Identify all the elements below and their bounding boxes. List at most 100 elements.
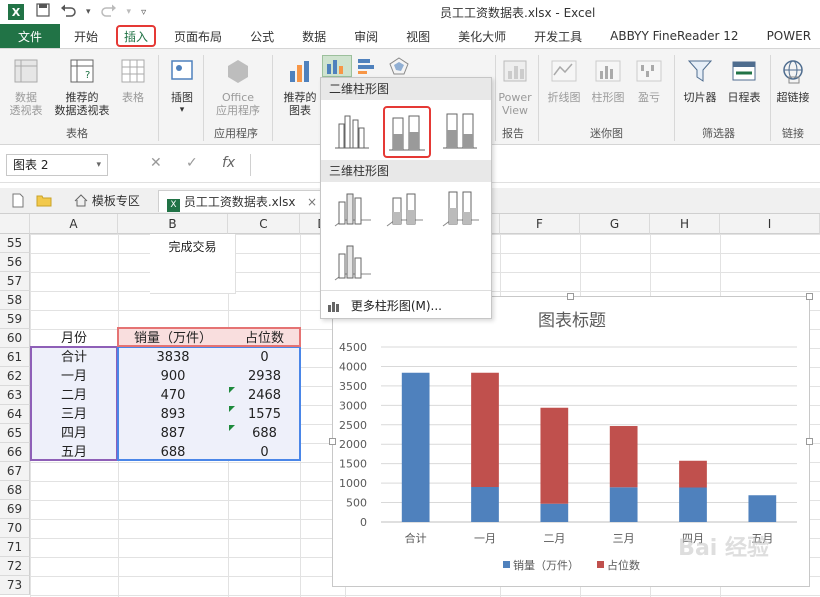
column-header-A[interactable]: A xyxy=(30,214,118,234)
row-header-58[interactable]: 58 xyxy=(0,291,30,310)
name-box[interactable]: 图表 2 ▾ xyxy=(6,154,108,176)
sparkline-winloss-button[interactable]: 盈亏 xyxy=(632,57,666,104)
enter-icon[interactable]: ✓ xyxy=(186,155,198,171)
table-cell[interactable]: 3838 xyxy=(118,348,228,367)
row-header-68[interactable]: 68 xyxy=(0,481,30,500)
customize-qat-icon[interactable]: ▿ xyxy=(141,7,146,18)
table-cell[interactable]: 四月 xyxy=(30,424,118,443)
column-header-H[interactable]: H xyxy=(650,214,720,234)
ribbon-tab-2[interactable]: 插入 xyxy=(116,25,157,47)
row-header-65[interactable]: 65 xyxy=(0,424,30,443)
column-chart-button[interactable] xyxy=(322,55,352,77)
pivottable-button[interactable]: 数据 透视表 xyxy=(8,57,44,117)
row-header-70[interactable]: 70 xyxy=(0,519,30,538)
table-button[interactable]: 表格 xyxy=(118,57,148,104)
undo-dropdown-icon[interactable]: ▾ xyxy=(86,7,91,17)
table-header-cell[interactable]: 月份 xyxy=(30,329,118,348)
ribbon-tab-1[interactable]: 开始 xyxy=(60,24,112,48)
row-header-63[interactable]: 63 xyxy=(0,386,30,405)
recommended-charts-button[interactable]: 推荐的 图表 xyxy=(278,57,322,117)
row-header-67[interactable]: 67 xyxy=(0,462,30,481)
table-cell[interactable]: 2468 xyxy=(228,386,301,405)
row-header-64[interactable]: 64 xyxy=(0,405,30,424)
table-cell[interactable]: 一月 xyxy=(30,367,118,386)
row-header-56[interactable]: 56 xyxy=(0,253,30,272)
sparkline-line-button[interactable]: 折线图 xyxy=(544,57,584,104)
table-cell[interactable]: 合计 xyxy=(30,348,118,367)
formula-input[interactable] xyxy=(250,154,320,176)
row-header-61[interactable]: 61 xyxy=(0,348,30,367)
row-header-72[interactable]: 72 xyxy=(0,557,30,576)
timeline-button[interactable]: 日程表 xyxy=(722,57,766,104)
illustrations-button[interactable]: 插图 ▾ xyxy=(164,57,200,117)
name-box-dropdown-icon[interactable]: ▾ xyxy=(96,155,101,175)
ribbon-tab-10[interactable]: ABBYY FineReader 12 xyxy=(596,24,752,48)
column-header-I[interactable]: I xyxy=(720,214,820,234)
ribbon-tab-3[interactable]: 页面布局 xyxy=(160,24,236,48)
new-document-icon[interactable] xyxy=(12,193,24,211)
close-tab-icon[interactable]: × xyxy=(307,191,317,213)
row-header-73[interactable]: 73 xyxy=(0,576,30,595)
percent-stacked-column-option[interactable] xyxy=(439,108,481,154)
table-cell[interactable]: 0 xyxy=(228,348,301,367)
3d-stacked-column-option[interactable] xyxy=(383,186,425,232)
text-box[interactable]: 完成交易 xyxy=(150,234,236,294)
column-header-C[interactable]: C xyxy=(228,214,300,234)
table-cell[interactable]: 0 xyxy=(228,443,301,462)
save-icon[interactable] xyxy=(36,3,50,21)
table-cell[interactable]: 1575 xyxy=(228,405,301,424)
ribbon-tab-8[interactable]: 美化大师 xyxy=(444,24,520,48)
chart-resize-handle[interactable] xyxy=(806,438,813,445)
table-cell[interactable]: 887 xyxy=(118,424,228,443)
chart[interactable]: 图表标题 0 500 1000 1500 2000 2500 3000 3500 4000 4500… xyxy=(332,296,810,587)
slicer-button[interactable]: 切片器 xyxy=(678,57,722,104)
error-indicator-icon[interactable] xyxy=(229,425,235,431)
file-tab[interactable]: X 员工工资数据表.xlsx × xyxy=(158,190,324,212)
row-header-57[interactable]: 57 xyxy=(0,272,30,291)
error-indicator-icon[interactable] xyxy=(229,406,235,412)
table-cell[interactable]: 688 xyxy=(118,443,228,462)
table-cell[interactable]: 2938 xyxy=(228,367,301,386)
ribbon-tab-4[interactable]: 公式 xyxy=(236,24,288,48)
undo-icon[interactable] xyxy=(60,3,76,21)
3d-column-option[interactable] xyxy=(331,240,373,286)
table-cell[interactable]: 470 xyxy=(118,386,228,405)
row-header-55[interactable]: 55 xyxy=(0,234,30,253)
row-header-71[interactable]: 71 xyxy=(0,538,30,557)
power-view-button[interactable]: Power View xyxy=(497,57,533,117)
error-indicator-icon[interactable] xyxy=(229,387,235,393)
insert-function-icon[interactable]: fx xyxy=(222,155,235,171)
row-header-59[interactable]: 59 xyxy=(0,310,30,329)
office-apps-button[interactable]: Office 应用程序 xyxy=(208,57,268,117)
ribbon-tab-11[interactable]: POWER xyxy=(753,24,820,48)
ribbon-tab-9[interactable]: 开发工具 xyxy=(520,24,596,48)
row-header-66[interactable]: 66 xyxy=(0,443,30,462)
row-header-69[interactable]: 69 xyxy=(0,500,30,519)
template-tab[interactable]: 模板专区 xyxy=(66,190,148,212)
bar-chart-button[interactable] xyxy=(354,55,382,77)
clustered-column-option[interactable] xyxy=(331,108,373,154)
chart-resize-handle[interactable] xyxy=(806,293,813,300)
select-all-corner[interactable] xyxy=(0,214,30,234)
ribbon-tab-5[interactable]: 数据 xyxy=(288,24,340,48)
table-cell[interactable]: 900 xyxy=(118,367,228,386)
sparkline-column-button[interactable]: 柱形图 xyxy=(588,57,628,104)
ribbon-tab-6[interactable]: 审阅 xyxy=(340,24,392,48)
table-header-cell[interactable]: 占位数 xyxy=(228,329,301,348)
row-header-62[interactable]: 62 xyxy=(0,367,30,386)
table-cell[interactable]: 893 xyxy=(118,405,228,424)
stacked-column-option[interactable] xyxy=(383,106,431,158)
more-column-charts-option[interactable]: 更多柱形图(M)... xyxy=(327,296,442,316)
table-cell[interactable]: 二月 xyxy=(30,386,118,405)
3d-percent-stacked-column-option[interactable] xyxy=(439,186,481,232)
column-header-F[interactable]: F xyxy=(500,214,580,234)
ribbon-tab-7[interactable]: 视图 xyxy=(392,24,444,48)
table-cell[interactable]: 三月 xyxy=(30,405,118,424)
open-folder-icon[interactable] xyxy=(36,194,52,210)
recommended-pivottables-button[interactable]: ? 推荐的 数据透视表 xyxy=(52,57,112,117)
cancel-icon[interactable]: ✕ xyxy=(150,155,162,171)
table-header-cell[interactable]: 销量（万件） xyxy=(118,329,228,348)
redo-icon[interactable] xyxy=(100,3,117,21)
hyperlink-button[interactable]: 超链接 xyxy=(772,57,814,104)
column-header-B[interactable]: B xyxy=(118,214,228,234)
